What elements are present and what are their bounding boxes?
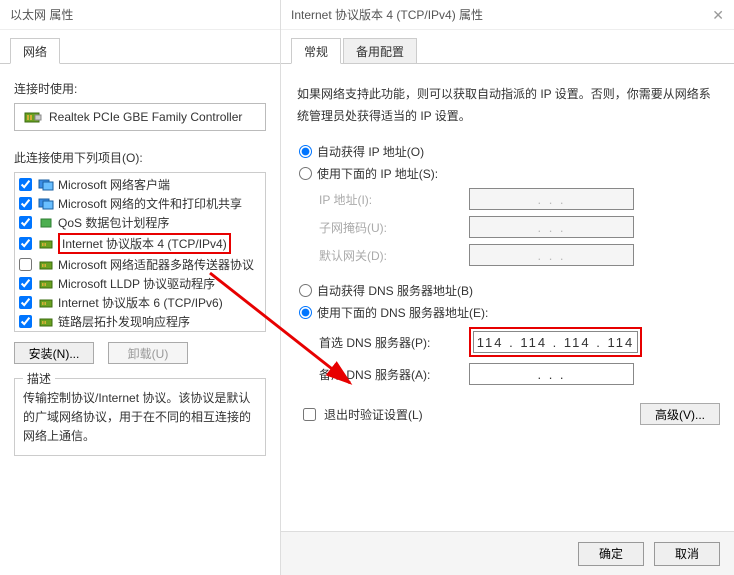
validate-label: 退出时验证设置(L) (324, 406, 423, 423)
item-label: Internet 协议版本 4 (TCP/IPv4) (58, 233, 231, 254)
ethernet-titlebar: 以太网 属性 (0, 0, 280, 30)
exit-advanced-row: 退出时验证设置(L) 高级(V)... (295, 403, 720, 425)
list-item[interactable]: Internet 协议版本 6 (TCP/IPv6) (19, 293, 261, 312)
item-label: QoS 数据包计划程序 (58, 214, 169, 231)
radio-auto-dns-label: 自动获得 DNS 服务器地址(B) (317, 282, 473, 299)
advanced-button[interactable]: 高级(V)... (640, 403, 720, 425)
ethernet-properties-window: 以太网 属性 网络 连接时使用: Realtek PCIe GBE Family… (0, 0, 280, 575)
radio-auto-dns[interactable] (299, 284, 312, 297)
dns2-label: 备用 DNS 服务器(A): (319, 366, 469, 383)
radio-auto-dns-row[interactable]: 自动获得 DNS 服务器地址(B) (299, 282, 716, 299)
connect-using-label: 连接时使用: (14, 80, 266, 97)
ethernet-body: 连接时使用: Realtek PCIe GBE Family Controlle… (0, 64, 280, 466)
dns2-input[interactable]: . . . (469, 363, 634, 385)
protocol-icon (38, 178, 54, 192)
items-label: 此连接使用下列项目(O): (14, 149, 266, 166)
dns1-input[interactable]: 114 . 114 . 114 . 114 (473, 331, 638, 353)
ethernet-title: 以太网 属性 (10, 0, 73, 29)
install-button[interactable]: 安装(N)... (14, 342, 94, 364)
ip-label: IP 地址(I): (319, 191, 469, 208)
adapter-name: Realtek PCIe GBE Family Controller (49, 110, 242, 124)
ip-field-row: IP 地址(I): . . . (319, 188, 716, 210)
item-checkbox[interactable] (19, 258, 32, 271)
item-buttons-row: 安装(N)... 卸载(U) (14, 342, 266, 364)
radio-manual-dns-row[interactable]: 使用下面的 DNS 服务器地址(E): (299, 304, 716, 321)
radio-manual-ip-label: 使用下面的 IP 地址(S): (317, 165, 438, 182)
item-checkbox[interactable] (19, 237, 32, 250)
protocol-icon (38, 258, 54, 272)
dns1-field-row: 首选 DNS 服务器(P): 114 . 114 . 114 . 114 (319, 327, 716, 357)
item-checkbox[interactable] (19, 296, 32, 309)
tab-network[interactable]: 网络 (10, 38, 60, 64)
list-item[interactable]: Microsoft LLDP 协议驱动程序 (19, 274, 261, 293)
dns2-field-row: 备用 DNS 服务器(A): . . . (319, 363, 716, 385)
gw-input[interactable]: . . . (469, 244, 634, 266)
validate-checkbox[interactable] (303, 408, 316, 421)
cancel-button[interactable]: 取消 (654, 542, 720, 566)
item-label: Microsoft 网络适配器多路传送器协议 (58, 256, 254, 273)
bottom-button-bar: 确定 取消 (281, 531, 734, 575)
ip-section: 自动获得 IP 地址(O) 使用下面的 IP 地址(S): IP 地址(I): … (295, 143, 720, 266)
dns1-label: 首选 DNS 服务器(P): (319, 334, 469, 351)
ok-button[interactable]: 确定 (578, 542, 644, 566)
protocol-icon (38, 315, 54, 329)
item-checkbox[interactable] (19, 197, 32, 210)
tcpip-properties-window: Internet 协议版本 4 (TCP/IPv4) 属性 ✕ 常规 备用配置 … (280, 0, 734, 575)
list-item[interactable]: 链路层拓扑发现响应程序 (19, 312, 261, 331)
ethernet-tabbar: 网络 (0, 30, 280, 64)
dns1-highlight: 114 . 114 . 114 . 114 (469, 327, 642, 357)
adapter-field[interactable]: Realtek PCIe GBE Family Controller (14, 103, 266, 131)
item-label: Microsoft LLDP 协议驱动程序 (58, 275, 215, 292)
list-item[interactable]: QoS 数据包计划程序 (19, 213, 261, 232)
item-label: Microsoft 网络客户端 (58, 176, 170, 193)
item-label: Microsoft 网络的文件和打印机共享 (58, 195, 242, 212)
list-item[interactable]: Microsoft 网络的文件和打印机共享 (19, 194, 261, 213)
radio-manual-dns-label: 使用下面的 DNS 服务器地址(E): (317, 304, 488, 321)
protocol-icon (38, 296, 54, 310)
tcpip-title: Internet 协议版本 4 (TCP/IPv4) 属性 (291, 0, 483, 29)
item-checkbox[interactable] (19, 315, 32, 328)
list-item[interactable]: Microsoft 网络适配器多路传送器协议 (19, 255, 261, 274)
mask-input[interactable]: . . . (469, 216, 634, 238)
protocol-icon (38, 277, 54, 291)
item-label: 链路层拓扑发现响应程序 (58, 313, 190, 330)
protocol-icon (38, 237, 54, 251)
item-label: Internet 协议版本 6 (TCP/IPv6) (58, 294, 223, 311)
description-groupbox: 描述 传输控制协议/Internet 协议。该协议是默认的广域网络协议，用于在不… (14, 378, 266, 456)
ip-input[interactable]: . . . (469, 188, 634, 210)
tab-alt-config[interactable]: 备用配置 (343, 38, 417, 63)
radio-manual-ip-row[interactable]: 使用下面的 IP 地址(S): (299, 165, 716, 182)
tcpip-titlebar: Internet 协议版本 4 (TCP/IPv4) 属性 ✕ (281, 0, 734, 30)
protocol-icon (38, 216, 54, 230)
gw-field-row: 默认网关(D): . . . (319, 244, 716, 266)
description-legend: 描述 (23, 370, 55, 387)
uninstall-button[interactable]: 卸载(U) (108, 342, 188, 364)
tcpip-info: 如果网络支持此功能，则可以获取自动指派的 IP 设置。否则，你需要从网络系统管理… (297, 84, 718, 127)
radio-auto-ip[interactable] (299, 145, 312, 158)
gw-label: 默认网关(D): (319, 247, 469, 264)
item-checkbox[interactable] (19, 178, 32, 191)
list-item[interactable]: Internet 协议版本 4 (TCP/IPv4) (19, 232, 261, 255)
item-checkbox[interactable] (19, 216, 32, 229)
network-items-list[interactable]: Microsoft 网络客户端 Microsoft 网络的文件和打印机共享 QoS … (14, 172, 266, 332)
close-icon[interactable]: ✕ (712, 0, 724, 29)
mask-label: 子网掩码(U): (319, 219, 469, 236)
dns-section: 自动获得 DNS 服务器地址(B) 使用下面的 DNS 服务器地址(E): 首选… (295, 282, 720, 385)
tcpip-body: 如果网络支持此功能，则可以获取自动指派的 IP 设置。否则，你需要从网络系统管理… (281, 64, 734, 485)
item-checkbox[interactable] (19, 277, 32, 290)
nic-icon (23, 109, 43, 125)
validate-row[interactable]: 退出时验证设置(L) (299, 405, 423, 424)
list-item[interactable]: Microsoft 网络客户端 (19, 175, 261, 194)
radio-manual-dns[interactable] (299, 306, 312, 319)
radio-auto-ip-row[interactable]: 自动获得 IP 地址(O) (299, 143, 716, 160)
mask-field-row: 子网掩码(U): . . . (319, 216, 716, 238)
radio-manual-ip[interactable] (299, 167, 312, 180)
tab-general[interactable]: 常规 (291, 38, 341, 64)
protocol-icon (38, 197, 54, 211)
tcpip-tabbar: 常规 备用配置 (281, 30, 734, 64)
radio-auto-ip-label: 自动获得 IP 地址(O) (317, 143, 424, 160)
description-text: 传输控制协议/Internet 协议。该协议是默认的广域网络协议，用于在不同的相… (23, 389, 257, 447)
